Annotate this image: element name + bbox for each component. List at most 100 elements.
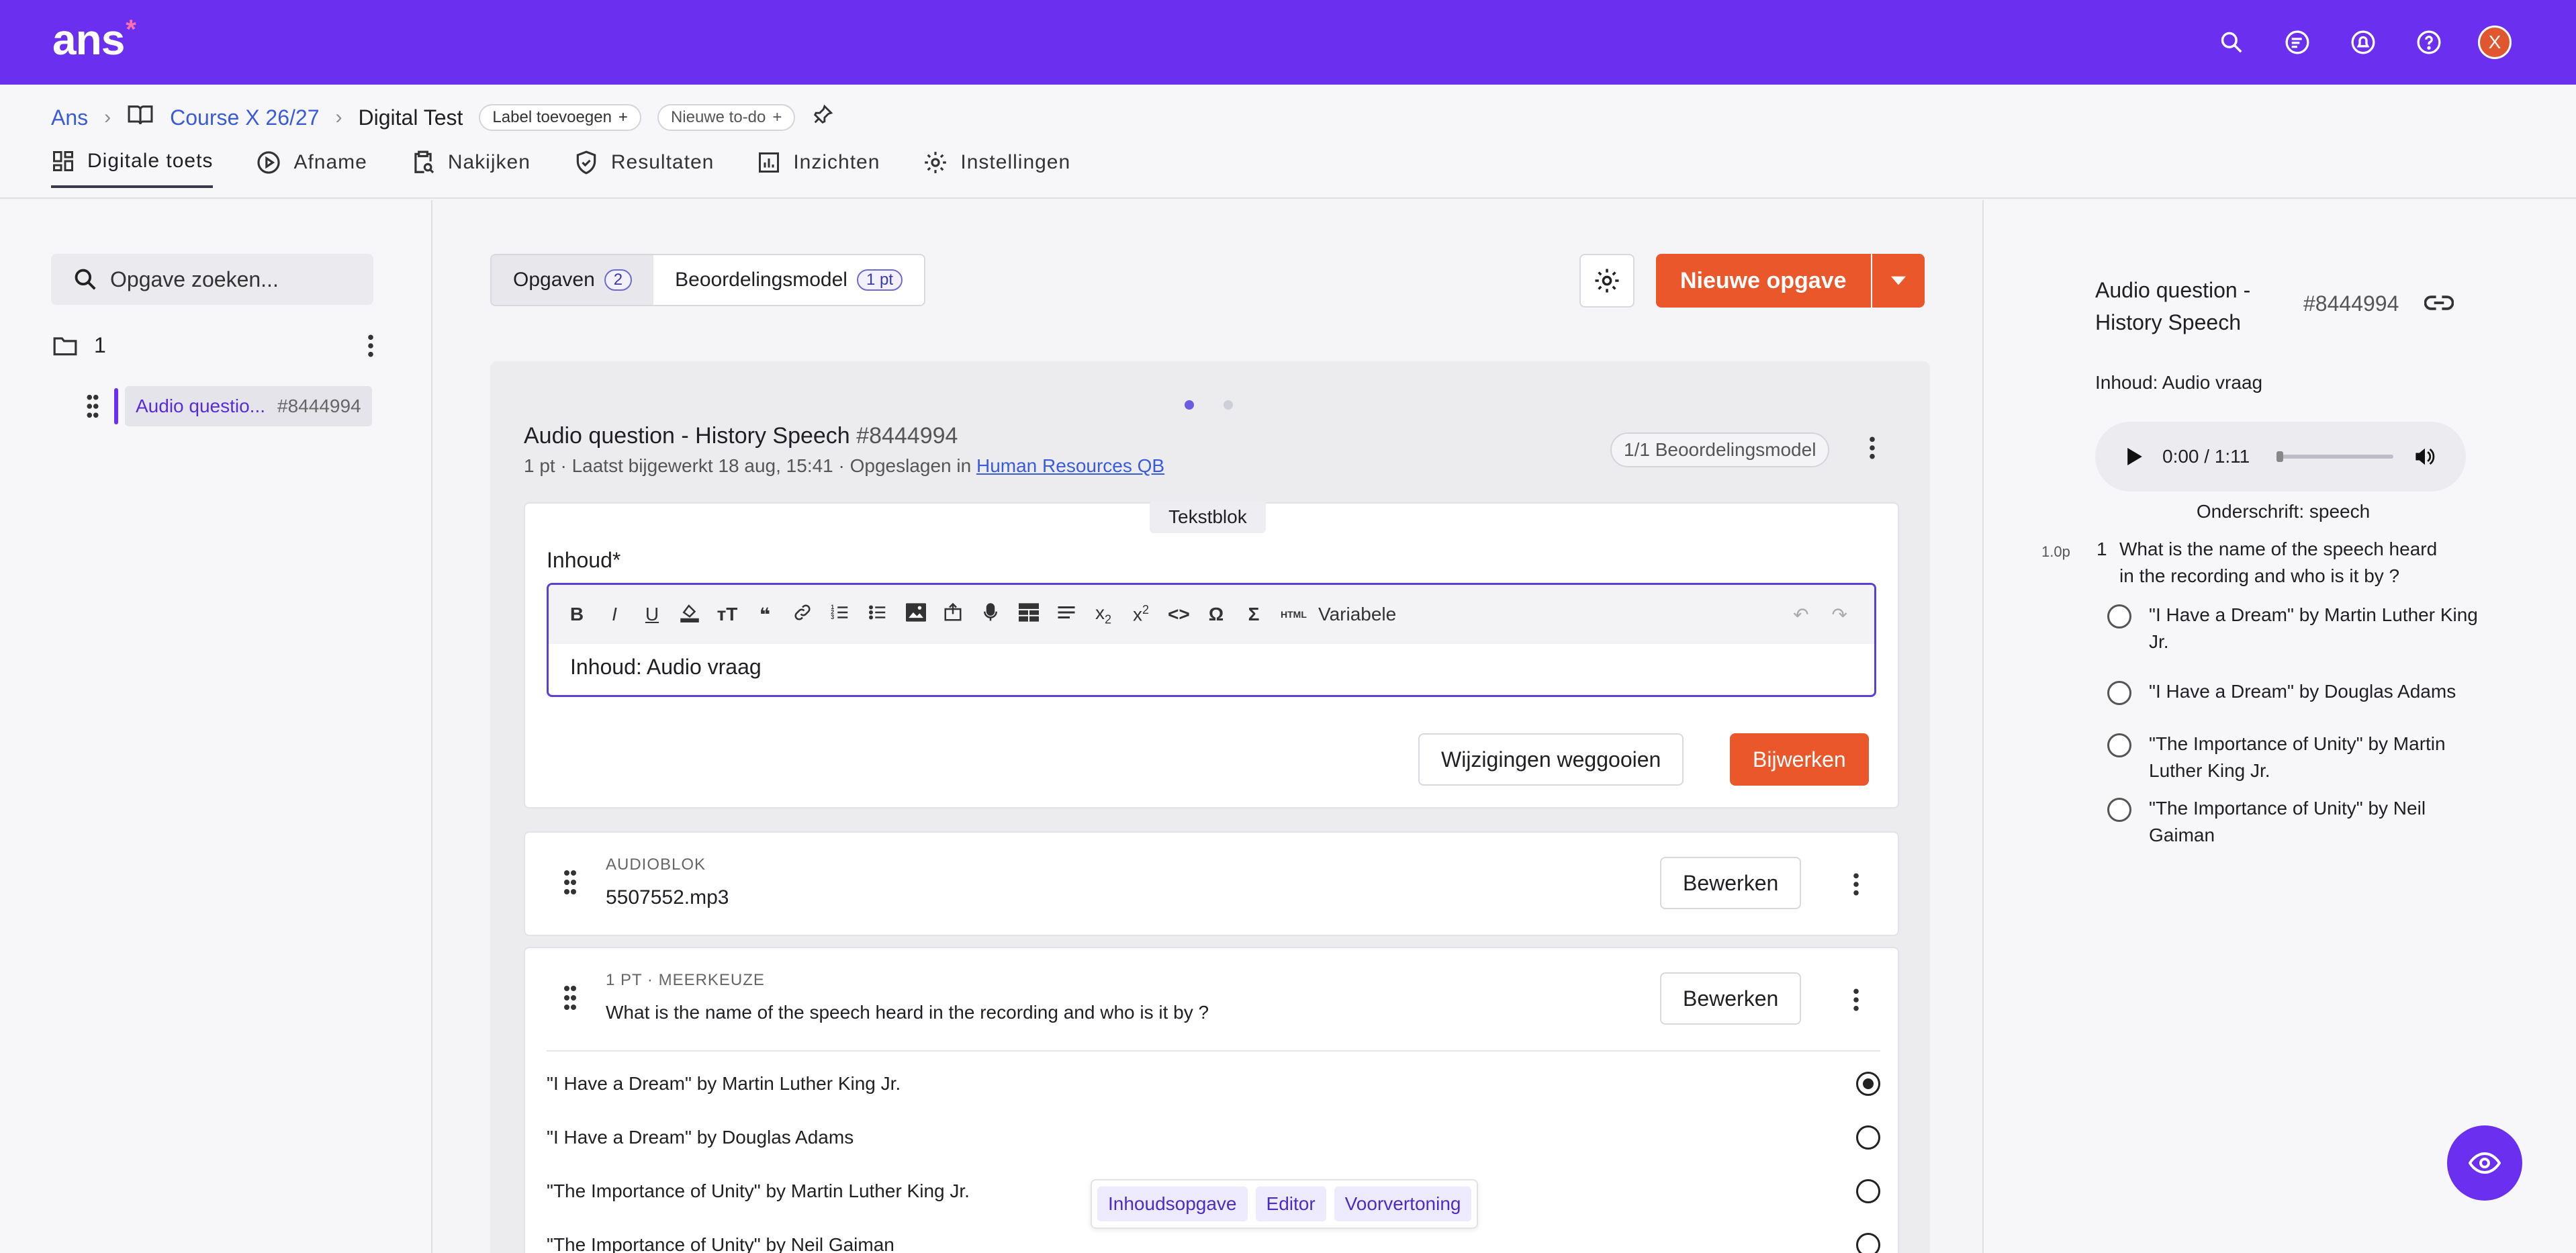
bold-icon[interactable]: B bbox=[566, 604, 588, 625]
upload-icon[interactable] bbox=[942, 602, 964, 627]
radio[interactable] bbox=[2107, 681, 2131, 705]
volume-icon[interactable] bbox=[2413, 447, 2436, 467]
avatar[interactable]: X bbox=[2478, 26, 2512, 59]
mc-option[interactable]: "I Have a Dream" by Douglas Adams bbox=[547, 1125, 1880, 1150]
audio-block: AUDIOBLOK 5507552.mp3 Bewerken bbox=[524, 831, 1899, 936]
link-icon[interactable] bbox=[2424, 293, 2454, 313]
ans-logo[interactable]: ans* bbox=[52, 15, 136, 64]
audio-file-name: 5507552.mp3 bbox=[606, 886, 729, 909]
sigma-icon[interactable]: Σ bbox=[1243, 604, 1264, 625]
settings-button[interactable] bbox=[1579, 254, 1635, 308]
question-bank-link[interactable]: Human Resources QB bbox=[976, 455, 1164, 476]
audio-player[interactable]: 0:00 / 1:11 bbox=[2095, 422, 2466, 492]
mc-option[interactable]: "I Have a Dream" by Martin Luther King J… bbox=[547, 1072, 1880, 1096]
drag-handle-icon[interactable] bbox=[563, 984, 578, 1011]
numbered-list-icon[interactable]: 123 bbox=[829, 602, 851, 627]
new-todo-pill[interactable]: Nieuwe to-do + bbox=[657, 104, 796, 131]
superscript-icon[interactable]: x2 bbox=[1130, 603, 1152, 625]
drag-handle-icon[interactable] bbox=[86, 393, 99, 419]
preview-button[interactable]: Voorvertoning bbox=[1334, 1187, 1472, 1221]
radio[interactable] bbox=[1856, 1125, 1880, 1150]
preview-option[interactable]: "I Have a Dream" by Martin Luther King J… bbox=[2107, 602, 2483, 655]
font-size-icon[interactable]: тT bbox=[717, 604, 738, 625]
add-label-pill[interactable]: Label toevoegen + bbox=[479, 104, 641, 131]
editor-content[interactable]: Inhoud: Audio vraag bbox=[549, 644, 1874, 690]
preview-option[interactable]: "I Have a Dream" by Douglas Adams bbox=[2107, 678, 2483, 705]
question-search-input[interactable]: Opgave zoeken... bbox=[51, 254, 373, 305]
grading-model-pill[interactable]: 1/1 Beoordelingsmodel bbox=[1610, 432, 1830, 467]
folder-row[interactable]: 1 bbox=[52, 333, 375, 358]
table-icon[interactable] bbox=[1017, 602, 1039, 627]
image-icon[interactable] bbox=[905, 602, 926, 627]
rich-text-editor[interactable]: B I U тT ❝ 123 x2 x2 <> Ω Σ HTML Variabe… bbox=[547, 583, 1876, 697]
omega-icon[interactable]: Ω bbox=[1205, 604, 1227, 625]
seg-grading-model[interactable]: Beoordelingsmodel 1 pt bbox=[653, 255, 924, 305]
variable-button[interactable]: Variabele bbox=[1318, 604, 1396, 625]
audio-progress[interactable] bbox=[2276, 451, 2394, 462]
breadcrumb-course[interactable]: Course X 26/27 bbox=[170, 105, 319, 130]
code-icon[interactable]: <> bbox=[1168, 604, 1190, 625]
highlight-icon[interactable] bbox=[679, 602, 700, 627]
points-badge: 1 pt bbox=[856, 269, 903, 291]
sidebar-question-item[interactable]: Audio questio... #8444994 bbox=[86, 386, 384, 426]
pager-dot[interactable] bbox=[1185, 400, 1194, 410]
search-icon[interactable] bbox=[2215, 26, 2248, 59]
tab-afname[interactable]: Afname bbox=[256, 149, 367, 188]
redo-icon[interactable]: ↷ bbox=[1832, 604, 1847, 626]
undo-icon[interactable]: ↶ bbox=[1793, 604, 1808, 626]
more-vertical-icon[interactable] bbox=[1852, 987, 1860, 1013]
more-vertical-icon[interactable] bbox=[1868, 435, 1876, 461]
sidebar-question-chip[interactable]: Audio questio... #8444994 bbox=[125, 386, 372, 426]
seg-questions[interactable]: Opgaven 2 bbox=[492, 255, 654, 305]
more-vertical-icon[interactable] bbox=[1852, 872, 1860, 897]
preview-content: Inhoud: Audio vraag bbox=[2095, 372, 2263, 393]
radio[interactable] bbox=[2107, 733, 2131, 757]
italic-icon[interactable]: I bbox=[604, 604, 625, 625]
preview-fab-button[interactable] bbox=[2447, 1125, 2522, 1201]
radio[interactable] bbox=[2107, 798, 2131, 822]
underline-icon[interactable]: U bbox=[641, 604, 663, 625]
microphone-icon[interactable] bbox=[980, 602, 1001, 627]
html-icon[interactable]: HTML bbox=[1281, 609, 1307, 620]
radio[interactable] bbox=[2107, 604, 2131, 629]
drag-handle-icon[interactable] bbox=[563, 869, 578, 896]
breadcrumb-root[interactable]: Ans bbox=[51, 105, 88, 130]
update-button[interactable]: Bijwerken bbox=[1730, 733, 1869, 786]
discard-changes-button[interactable]: Wijzigingen weggooien bbox=[1418, 733, 1684, 786]
toc-button[interactable]: Inhoudsopgave bbox=[1097, 1187, 1248, 1221]
help-icon[interactable] bbox=[2412, 26, 2446, 59]
new-question-button[interactable]: Nieuwe opgave bbox=[1656, 254, 1871, 308]
radio-selected[interactable] bbox=[1856, 1072, 1880, 1096]
tab-nakijken[interactable]: Nakijken bbox=[410, 149, 531, 188]
edit-mc-button[interactable]: Bewerken bbox=[1660, 972, 1802, 1025]
view-switch: Opgaven 2 Beoordelingsmodel 1 pt bbox=[490, 254, 925, 306]
radio[interactable] bbox=[1856, 1233, 1880, 1253]
bullet-list-icon[interactable] bbox=[867, 602, 888, 627]
tab-instellingen[interactable]: Instellingen bbox=[923, 149, 1070, 188]
tab-inzichten[interactable]: Inzichten bbox=[757, 149, 880, 188]
main-tabs: Digitale toets Afname Nakijken Resultate… bbox=[51, 149, 1070, 188]
main-editor: Opgaven 2 Beoordelingsmodel 1 pt Nieuwe … bbox=[434, 200, 1981, 1253]
new-question-dropdown[interactable] bbox=[1870, 254, 1925, 308]
preview-option[interactable]: "The Importance of Unity" by Martin Luth… bbox=[2107, 731, 2483, 784]
tab-resultaten[interactable]: Resultaten bbox=[573, 149, 714, 188]
quote-icon[interactable]: ❝ bbox=[754, 604, 776, 626]
list-icon[interactable] bbox=[2281, 26, 2314, 59]
bell-icon[interactable] bbox=[2346, 26, 2380, 59]
bar-chart-icon bbox=[759, 152, 780, 173]
pin-icon[interactable] bbox=[811, 103, 834, 132]
question-sidebar: Opgave zoeken... 1 Audio questio... #844… bbox=[0, 200, 432, 1253]
subscript-icon[interactable]: x2 bbox=[1093, 602, 1114, 627]
content-label: Inhoud* bbox=[547, 548, 621, 572]
link-icon[interactable] bbox=[792, 602, 813, 627]
more-vertical-icon[interactable] bbox=[367, 333, 375, 359]
mc-option[interactable]: "The Importance of Unity" by Neil Gaiman bbox=[547, 1233, 1880, 1253]
tab-digitale-toets[interactable]: Digitale toets bbox=[51, 149, 214, 188]
play-icon[interactable] bbox=[2127, 448, 2142, 465]
editor-button[interactable]: Editor bbox=[1255, 1187, 1326, 1221]
align-icon[interactable] bbox=[1055, 602, 1076, 627]
pager-dot[interactable] bbox=[1224, 400, 1233, 410]
edit-audio-button[interactable]: Bewerken bbox=[1660, 857, 1802, 909]
radio[interactable] bbox=[1856, 1179, 1880, 1203]
preview-option[interactable]: "The Importance of Unity" by Neil Gaiman bbox=[2107, 795, 2483, 849]
